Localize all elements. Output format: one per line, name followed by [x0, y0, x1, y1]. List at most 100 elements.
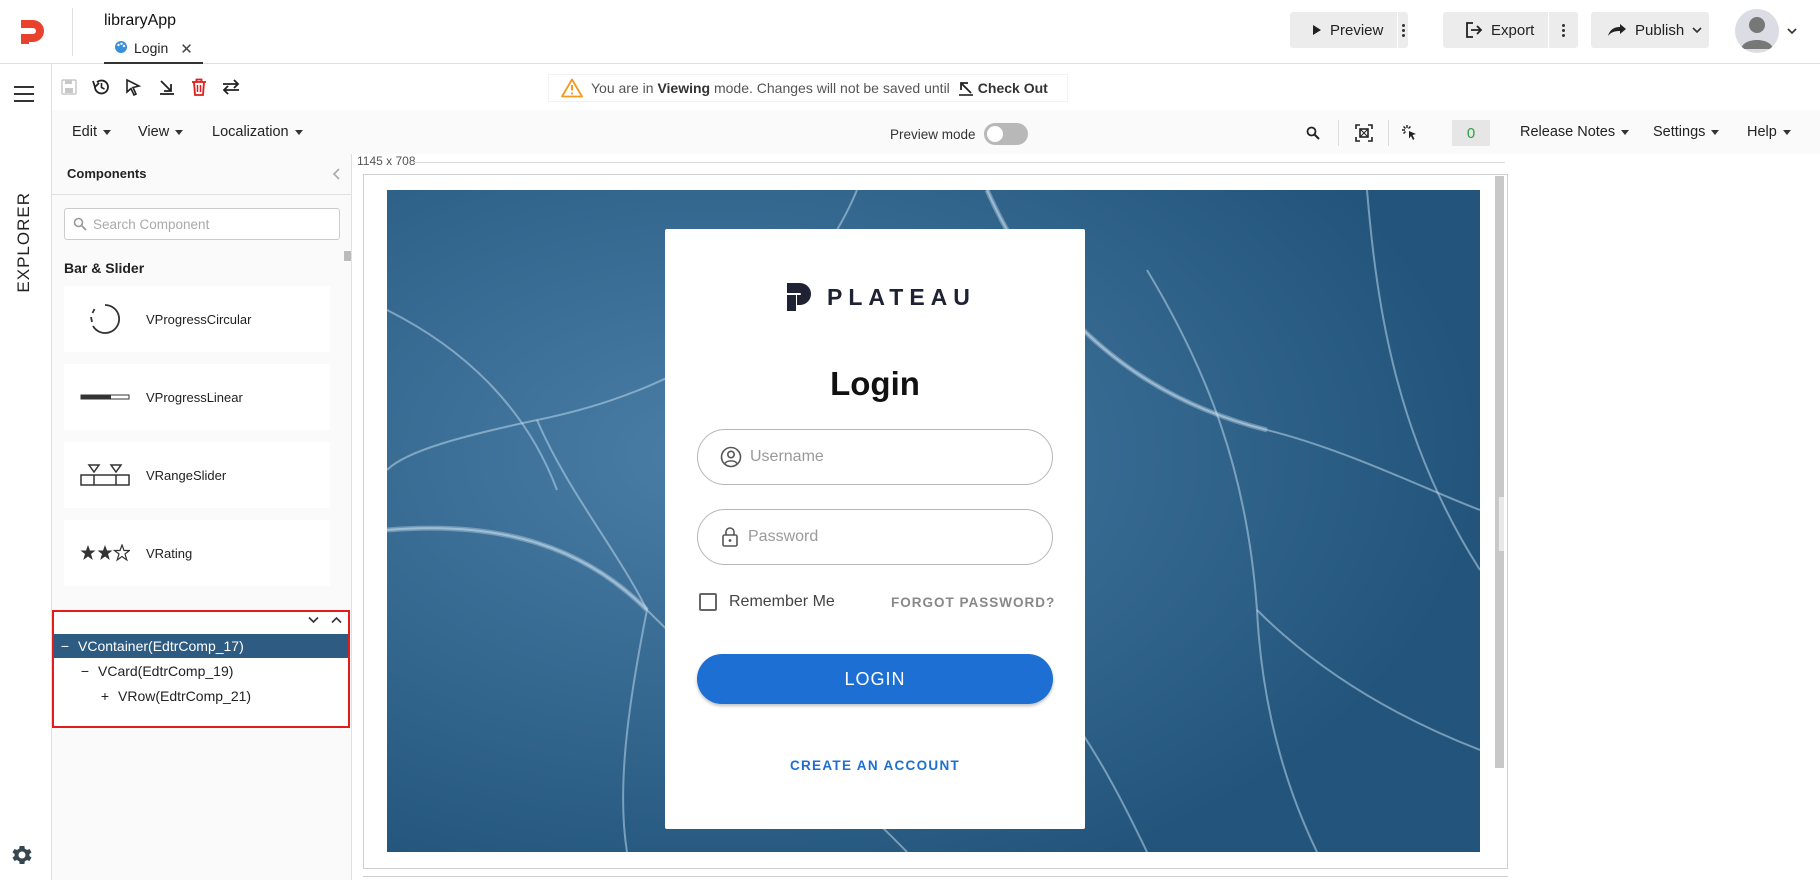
component-search — [64, 208, 340, 240]
collapse-all-icon[interactable] — [308, 616, 319, 624]
components-title: Components — [67, 166, 147, 181]
app-logo-icon[interactable] — [18, 18, 46, 46]
more-vert-icon — [1401, 23, 1405, 37]
tree-toggle[interactable]: − — [78, 663, 92, 679]
tree-toggle[interactable]: + — [98, 688, 112, 704]
password-input[interactable] — [748, 528, 1038, 546]
chevron-left-icon[interactable] — [332, 168, 340, 180]
range-slider-icon — [64, 463, 146, 487]
close-tab-icon[interactable]: ✕ — [180, 40, 193, 62]
menu-settings[interactable]: Settings — [1653, 124, 1720, 140]
preview-mode-label: Preview mode — [890, 126, 976, 142]
tree-controls — [308, 616, 342, 624]
password-field — [697, 509, 1053, 565]
forgot-password-link[interactable]: FORGOT PASSWORD? — [891, 595, 1055, 610]
menu-release-notes[interactable]: Release Notes — [1520, 124, 1630, 140]
remember-me-label: Remember Me — [729, 593, 835, 610]
checkin-icon[interactable] — [156, 76, 178, 98]
component-vrating[interactable]: VRating — [64, 520, 330, 586]
gear-icon[interactable] — [10, 843, 34, 867]
header-divider — [72, 8, 73, 56]
preview-button[interactable]: Preview — [1290, 12, 1397, 48]
banner-text-suffix: mode. Changes will not be saved until — [713, 80, 950, 96]
viewing-mode-banner: You are in Viewing mode. Changes will no… — [548, 74, 1068, 102]
rating-icon — [64, 544, 146, 562]
search-icon[interactable] — [1301, 121, 1325, 145]
warning-icon — [561, 78, 583, 98]
tree-toggle[interactable]: − — [58, 638, 72, 654]
user-menu[interactable] — [1735, 9, 1797, 53]
select-cursor-icon[interactable] — [122, 76, 144, 98]
explorer-label[interactable]: EXPLORER — [14, 192, 34, 293]
tree-node-vcontainer[interactable]: − VContainer(EdtrComp_17) — [54, 634, 348, 658]
menu-icon[interactable] — [14, 86, 34, 107]
panel-scrollbar[interactable] — [344, 251, 351, 261]
progress-circular-icon — [64, 301, 146, 337]
menu-settings-label: Settings — [1653, 124, 1706, 140]
panel-divider — [52, 194, 352, 195]
app-title: libraryApp — [104, 12, 177, 29]
swap-icon[interactable] — [220, 76, 242, 98]
export-button[interactable]: Export — [1443, 12, 1548, 48]
menu-edit-label: Edit — [72, 124, 97, 140]
preview-mode-switch[interactable] — [983, 123, 1028, 145]
design-canvas: 1145 x 708 PLATEAU Login Username Rememb… — [353, 154, 1518, 880]
login-card: PLATEAU Login Remember Me FORGOT PASSWOR… — [665, 229, 1085, 829]
component-vprogresslinear[interactable]: VProgressLinear — [64, 364, 330, 430]
tab-label: Login — [134, 40, 169, 56]
menu-view-label: View — [138, 124, 170, 140]
export-button-label: Export — [1491, 21, 1535, 39]
remember-me-checkbox[interactable]: Remember Me — [699, 593, 835, 611]
component-vrangeslider[interactable]: VRangeSlider — [64, 442, 330, 508]
caret-down-icon — [294, 129, 303, 135]
component-vprogresscircular[interactable]: VProgressCircular — [64, 286, 330, 352]
menu-help[interactable]: Help — [1747, 124, 1791, 140]
expand-all-icon[interactable] — [331, 616, 342, 624]
menu-edit[interactable]: Edit — [72, 124, 111, 140]
avatar — [1735, 9, 1779, 53]
menu-localization[interactable]: Localization — [212, 124, 303, 140]
more-vert-icon — [1562, 23, 1566, 37]
chevron-down-icon — [1692, 26, 1702, 34]
play-icon — [1312, 24, 1322, 36]
banner-text-prefix: You are in — [591, 80, 654, 96]
toolbar-separator — [1338, 120, 1339, 146]
banner-text: You are in Viewing mode. Changes will no… — [591, 80, 950, 96]
component-label: VRangeSlider — [146, 467, 227, 483]
chevron-down-icon — [1787, 27, 1797, 35]
username-field — [697, 429, 1053, 485]
tree-node-label: VContainer(EdtrComp_17) — [78, 638, 244, 654]
tab-login[interactable]: Login ✕ — [104, 36, 203, 64]
components-panel: Components Bar & Slider VProgressCircula… — [52, 154, 352, 880]
delete-icon[interactable] — [188, 76, 210, 98]
menu-help-label: Help — [1747, 124, 1777, 140]
click-pointer-icon[interactable] — [1398, 121, 1422, 145]
username-input[interactable] — [750, 448, 1040, 466]
brand-name: PLATEAU — [827, 283, 976, 310]
export-more-button[interactable] — [1548, 12, 1578, 48]
check-out-label: Check Out — [977, 80, 1048, 96]
tree-node-vcard[interactable]: − VCard(EdtrComp_19) — [54, 659, 348, 683]
check-out-link[interactable]: Check Out — [958, 80, 1048, 96]
menu-view[interactable]: View — [138, 124, 184, 140]
save-icon[interactable] — [58, 76, 80, 98]
create-account-link[interactable]: CREATE AN ACCOUNT — [665, 758, 1085, 773]
canvas-scrollbar[interactable] — [1495, 176, 1504, 768]
plateau-logo-icon — [785, 281, 813, 313]
search-icon — [73, 217, 87, 231]
tree-node-vrow[interactable]: + VRow(EdtrComp_21) — [54, 684, 348, 708]
palette-icon — [114, 40, 128, 62]
preview-more-button[interactable] — [1397, 12, 1408, 48]
focus-frame-icon[interactable] — [1352, 121, 1376, 145]
canvas-size-label: 1145 x 708 — [357, 154, 416, 168]
canvas-resize-handle[interactable] — [1498, 497, 1504, 551]
login-button[interactable]: LOGIN — [697, 654, 1053, 704]
section-bar-slider: Bar & Slider — [64, 260, 145, 276]
lock-icon — [720, 526, 740, 548]
publish-button[interactable]: Publish — [1591, 12, 1716, 48]
checkbox-box[interactable] — [699, 593, 717, 611]
search-component-input[interactable] — [93, 216, 323, 232]
history-icon[interactable] — [90, 76, 112, 98]
caret-down-icon — [103, 129, 111, 135]
progress-linear-icon — [64, 393, 146, 401]
